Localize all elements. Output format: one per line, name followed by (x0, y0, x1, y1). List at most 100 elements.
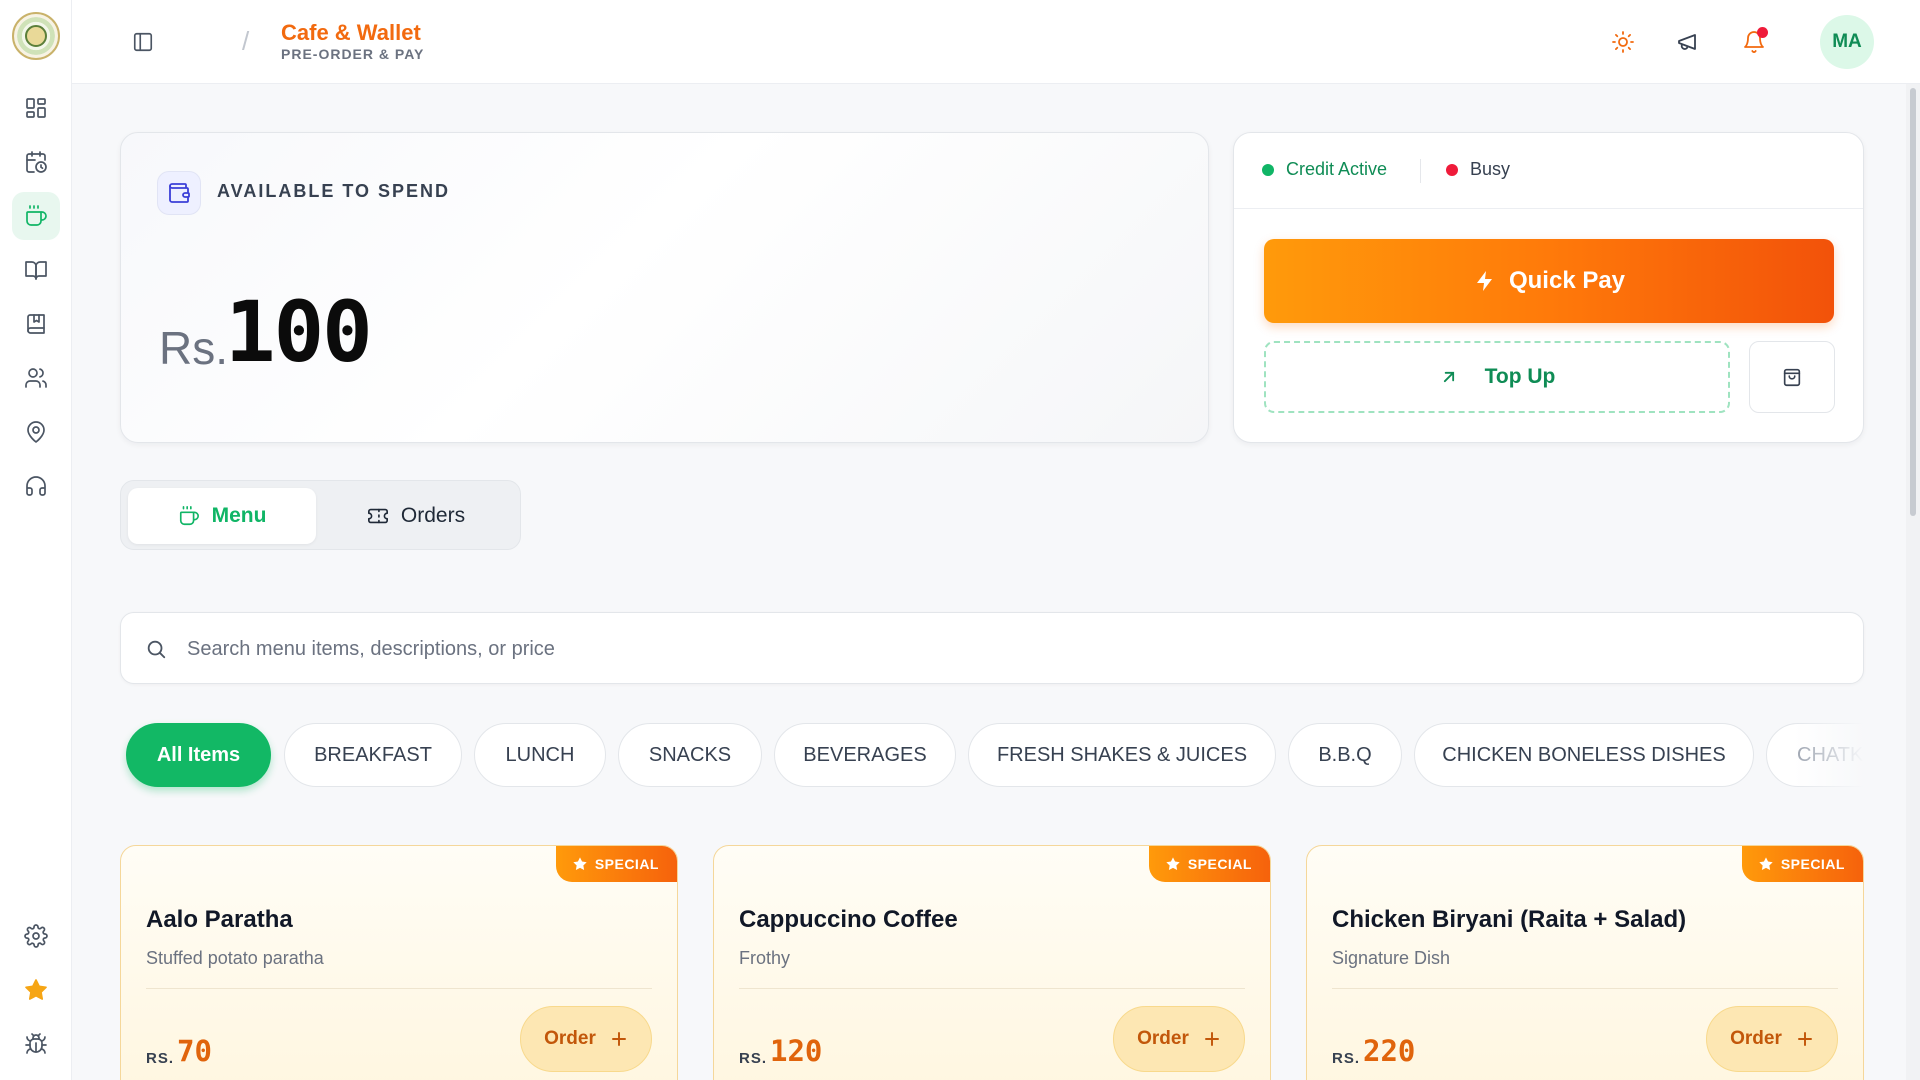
sidebar-item-favorites[interactable] (12, 966, 60, 1014)
panel-left-icon (133, 32, 153, 52)
menu-item-name: Aalo Paratha (146, 906, 293, 933)
theme-toggle-button[interactable] (1607, 26, 1639, 58)
menu-item-divider (1332, 988, 1838, 989)
quick-pay-label: Quick Pay (1508, 267, 1626, 294)
menu-item-description: Stuffed potato paratha (146, 948, 324, 968)
menu-item-card: SPECIAL Chicken Biryani (Raita + Salad) … (1306, 845, 1864, 1080)
menu-item-price: 220 (1363, 1034, 1416, 1068)
sidebar-item-cafe[interactable] (12, 192, 60, 240)
sidebar-toggle-button[interactable] (129, 28, 157, 56)
plus-icon (611, 1032, 626, 1046)
credit-status-dot (1262, 163, 1274, 176)
credit-status: Credit Active (1262, 159, 1387, 180)
sidebar-item-support[interactable] (12, 462, 60, 510)
tab-orders[interactable]: Orders (321, 488, 511, 544)
category-chip-snacks[interactable]: SNACKS (618, 723, 762, 787)
breadcrumb-separator: / (242, 26, 250, 56)
sidebar-item-locations[interactable] (12, 408, 60, 456)
scrollbar-thumb[interactable] (1910, 88, 1916, 516)
tab-orders-label: Orders (400, 504, 466, 527)
menu-item-price: 70 (177, 1034, 212, 1068)
wallet-icon (169, 183, 190, 203)
category-chip-bbq[interactable]: B.B.Q (1288, 723, 1402, 787)
plus-icon (1204, 1032, 1219, 1046)
sidebar-item-people[interactable] (12, 354, 60, 402)
order-button[interactable]: Order (1706, 1006, 1838, 1072)
bookmark-book-icon (27, 314, 45, 334)
busy-status: Busy (1446, 159, 1510, 180)
busy-status-label: Busy (1470, 159, 1511, 179)
arrow-up-right-icon (1443, 371, 1454, 383)
organization-logo[interactable] (12, 12, 60, 60)
megaphone-icon (1678, 34, 1696, 50)
menu-item-divider (739, 988, 1245, 989)
menu-item-name: Chicken Biryani (Raita + Salad) (1332, 906, 1687, 933)
special-badge-label: SPECIAL (1187, 856, 1252, 872)
dashboard-icon (26, 98, 46, 118)
map-pin-icon (27, 421, 45, 443)
category-chip-all-items[interactable]: All Items (126, 723, 271, 787)
wallet-label: AVAILABLE TO SPEND (217, 181, 451, 201)
busy-status-dot (1446, 163, 1458, 176)
wallet-icon-container (157, 171, 201, 215)
quick-pay-button[interactable]: Quick Pay (1264, 239, 1834, 323)
headphones-icon (26, 476, 46, 496)
tab-menu[interactable]: Menu (128, 488, 316, 544)
page-scrollbar[interactable] (1906, 84, 1920, 1080)
book-open-icon (25, 261, 47, 280)
lightning-icon (1476, 271, 1492, 291)
menu-item-price: 120 (770, 1034, 823, 1068)
sidebar-item-dashboard[interactable] (12, 84, 60, 132)
wallet-actions-card: Credit Active Busy Quick Pay Top Up (1233, 132, 1864, 443)
menu-item-card: SPECIAL Cappuccino Coffee Frothy RS. 120… (713, 845, 1271, 1080)
shopping-bag-icon (1783, 368, 1801, 387)
sun-icon (1612, 31, 1634, 53)
search-input[interactable] (187, 627, 1827, 671)
sidebar-item-library[interactable] (12, 246, 60, 294)
category-chip-lunch[interactable]: LUNCH (474, 723, 606, 787)
sidebar (0, 0, 72, 1080)
menu-item-description: Frothy (739, 948, 791, 968)
wallet-balance-card: AVAILABLE TO SPEND Rs. 100 (120, 132, 1209, 443)
ticket-icon (367, 508, 388, 524)
coffee-icon (26, 205, 47, 226)
tab-menu-label: Menu (211, 504, 267, 527)
menu-item-currency: RS. (146, 1050, 175, 1067)
user-avatar[interactable]: MA (1820, 15, 1874, 69)
sidebar-item-courses[interactable] (12, 300, 60, 348)
top-up-label: Top Up (1484, 365, 1556, 388)
menu-item-currency: RS. (739, 1050, 768, 1067)
notifications-button[interactable] (1738, 26, 1770, 58)
calendar-clock-icon (26, 151, 47, 173)
order-button[interactable]: Order (520, 1006, 652, 1072)
menu-item-name: Cappuccino Coffee (739, 906, 958, 933)
sidebar-item-schedule[interactable] (12, 138, 60, 186)
category-chip-chatk[interactable]: CHATK (1766, 723, 1864, 787)
sidebar-item-settings[interactable] (12, 912, 60, 960)
top-header: / Cafe & Wallet PRE-ORDER & PAY MA (72, 0, 1920, 84)
star-icon (573, 857, 587, 870)
menu-item-currency: RS. (1332, 1050, 1361, 1067)
category-chip-chicken-boneless-dishes[interactable]: CHICKEN BONELESS DISHES (1414, 723, 1754, 787)
order-button-label: Order (1730, 1028, 1782, 1049)
category-chip-beverages[interactable]: BEVERAGES (774, 723, 956, 787)
coffee-icon (179, 506, 199, 526)
users-icon (25, 368, 47, 388)
star-icon (1166, 857, 1180, 870)
order-button-label: Order (544, 1028, 596, 1049)
sidebar-item-report-bug[interactable] (12, 1020, 60, 1068)
cart-button[interactable] (1749, 341, 1835, 413)
special-badge: SPECIAL (1148, 846, 1270, 882)
announcements-button[interactable] (1672, 26, 1704, 58)
order-button-label: Order (1137, 1028, 1189, 1049)
plus-icon (1797, 1032, 1812, 1046)
balance-currency: Rs. (159, 322, 228, 374)
category-chip-breakfast[interactable]: BREAKFAST (284, 723, 462, 787)
top-up-button[interactable]: Top Up (1264, 341, 1730, 413)
bug-icon (25, 1033, 47, 1054)
menu-search-bar (120, 612, 1864, 684)
category-chip-fresh-shakes-juices[interactable]: FRESH SHAKES & JUICES (968, 723, 1276, 787)
order-button[interactable]: Order (1113, 1006, 1245, 1072)
special-badge-label: SPECIAL (594, 856, 659, 872)
balance-amount: 100 (225, 283, 373, 381)
